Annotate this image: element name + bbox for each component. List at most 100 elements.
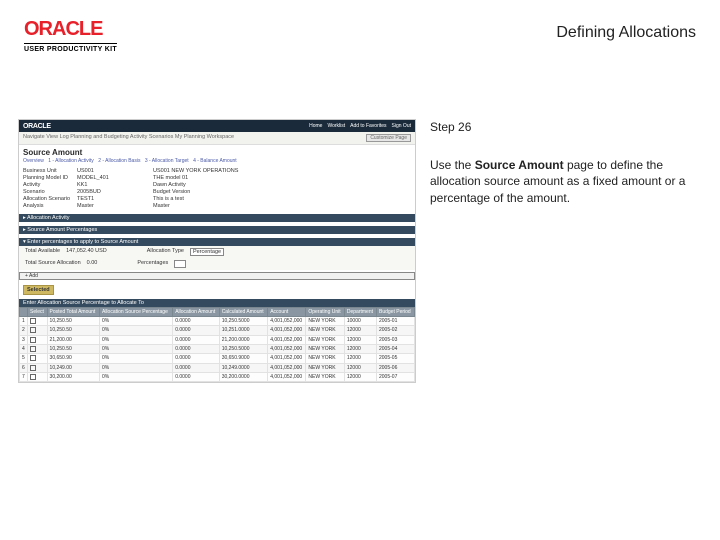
table-row: 110,250.500%0.000010,250.50004,001,052,0…: [20, 317, 415, 326]
table-cell: 2: [20, 326, 28, 335]
checkbox[interactable]: [30, 318, 36, 324]
checkbox[interactable]: [30, 365, 36, 371]
table-cell: 1: [20, 317, 28, 326]
percentage-input[interactable]: [174, 260, 186, 268]
embedded-app: ORACLE Home Worklist Add to Favorites Si…: [18, 119, 416, 383]
breadcrumb: Navigate View Log Planning and Budgeting…: [23, 134, 234, 142]
table-cell: 30,650.90: [47, 354, 99, 363]
section-bar[interactable]: ▸ Source Amount Percentages: [19, 226, 415, 234]
table-row: 530,650.900%0.000030,650.90004,001,052,0…: [20, 354, 415, 363]
table-row: 730,200.000%0.000030,200.00004,001,052,0…: [20, 372, 415, 381]
table-cell: 0%: [99, 372, 172, 381]
table-cell[interactable]: [28, 326, 48, 335]
col-header: Allocation Source Percentage: [99, 308, 172, 317]
table-cell[interactable]: [28, 363, 48, 372]
table-cell: 10,250.50: [47, 317, 99, 326]
table-cell[interactable]: [28, 354, 48, 363]
label: Total Source Allocation: [25, 260, 81, 268]
top-link[interactable]: Worklist: [327, 123, 345, 129]
desc: Budget Version: [153, 189, 263, 195]
table-cell[interactable]: [28, 372, 48, 381]
table-cell: 0%: [99, 335, 172, 344]
table-cell: 3: [20, 335, 28, 344]
section-bar[interactable]: ▾ Enter percentages to apply to Source A…: [19, 238, 415, 246]
table-cell: 21,200.00: [47, 335, 99, 344]
table-cell: 4,001,052,000: [268, 344, 306, 353]
table-cell: 4,001,052,000: [268, 354, 306, 363]
checkbox[interactable]: [30, 374, 36, 380]
value: 0.00: [87, 260, 98, 268]
table-cell: 10,250.5000: [219, 317, 268, 326]
checkbox[interactable]: [30, 337, 36, 343]
label: Analysis: [23, 203, 71, 209]
checkbox[interactable]: [30, 327, 36, 333]
section-bar[interactable]: ▸ Allocation Activity: [19, 214, 415, 222]
table-cell: 12000: [344, 363, 376, 372]
col-header: Account: [268, 308, 306, 317]
table-cell[interactable]: [28, 344, 48, 353]
table-cell: 30,200.0000: [219, 372, 268, 381]
table-cell: 6: [20, 363, 28, 372]
wizard-step[interactable]: 3 - Allocation Target: [145, 158, 189, 164]
brand-sub: USER PRODUCTIVITY KIT: [24, 43, 117, 53]
checkbox[interactable]: [30, 346, 36, 352]
value: MODEL_401: [77, 175, 147, 181]
table-cell: 4,001,052,000: [268, 317, 306, 326]
table-cell: 4,001,052,000: [268, 326, 306, 335]
col-header: Allocation Amount: [173, 308, 220, 317]
wizard-step[interactable]: 1 - Allocation Activity: [48, 158, 94, 164]
table-cell: 2005-02: [377, 326, 415, 335]
label: Scenario: [23, 189, 71, 195]
grid-title-bar: Enter Allocation Source Percentage to Al…: [19, 299, 415, 307]
table-cell[interactable]: [28, 317, 48, 326]
table-cell: 12000: [344, 326, 376, 335]
top-link[interactable]: Sign Out: [392, 123, 411, 129]
table-cell: 10,251.0000: [219, 326, 268, 335]
value: KK1: [77, 182, 147, 188]
table-cell: 30,650.9000: [219, 354, 268, 363]
wizard-step[interactable]: 4 - Balance Amount: [193, 158, 237, 164]
value: Master: [77, 203, 147, 209]
top-link[interactable]: Add to Favorites: [350, 123, 386, 129]
table-cell: 4,001,052,000: [268, 335, 306, 344]
table-row: 210,250.500%0.000010,251.00004,001,052,0…: [20, 326, 415, 335]
table-cell: 21,200.0000: [219, 335, 268, 344]
table-cell[interactable]: [28, 335, 48, 344]
wizard-steps: Overview 1 - Allocation Activity 2 - All…: [19, 158, 415, 167]
table-cell: 7: [20, 372, 28, 381]
table-cell: 2005-03: [377, 335, 415, 344]
col-header: Budget Period: [377, 308, 415, 317]
allocation-type-select[interactable]: Percentage: [190, 248, 224, 256]
wizard-step[interactable]: Overview: [23, 158, 44, 164]
desc: THE model 01: [153, 175, 263, 181]
table-cell: 0%: [99, 317, 172, 326]
wizard-step[interactable]: 2 - Allocation Basis: [98, 158, 140, 164]
customize-button[interactable]: Customize Page: [366, 134, 411, 142]
table-cell: 4: [20, 344, 28, 353]
table-cell: NEW YORK: [306, 326, 344, 335]
page-title: Defining Allocations: [556, 18, 696, 42]
table-cell: 10,250.5000: [219, 344, 268, 353]
table-cell: 10,250.50: [47, 344, 99, 353]
col-header: Posted Total Amount: [47, 308, 99, 317]
table-cell: 2005-01: [377, 317, 415, 326]
add-button[interactable]: + Add: [19, 272, 415, 280]
desc: Dawn Activity: [153, 182, 263, 188]
allocation-table: Select Posted Total Amount Allocation So…: [19, 307, 415, 382]
table-cell: NEW YORK: [306, 372, 344, 381]
value: TEST1: [77, 196, 147, 202]
desc: US001 NEW YORK OPERATIONS: [153, 168, 263, 174]
step-text-bold: Source Amount: [475, 158, 564, 172]
table-cell: NEW YORK: [306, 344, 344, 353]
step-text: Use the: [430, 158, 475, 172]
app-top-links: Home Worklist Add to Favorites Sign Out: [309, 123, 411, 129]
top-link[interactable]: Home: [309, 123, 322, 129]
step-label: Step 26: [430, 119, 700, 135]
table-cell: 2005-05: [377, 354, 415, 363]
col-header: Select: [28, 308, 48, 317]
table-cell: 4,001,052,000: [268, 363, 306, 372]
table-cell: 30,200.00: [47, 372, 99, 381]
brand-logo-text: ORACLE: [24, 18, 117, 41]
checkbox[interactable]: [30, 355, 36, 361]
tab-selected[interactable]: Selected: [23, 285, 54, 295]
